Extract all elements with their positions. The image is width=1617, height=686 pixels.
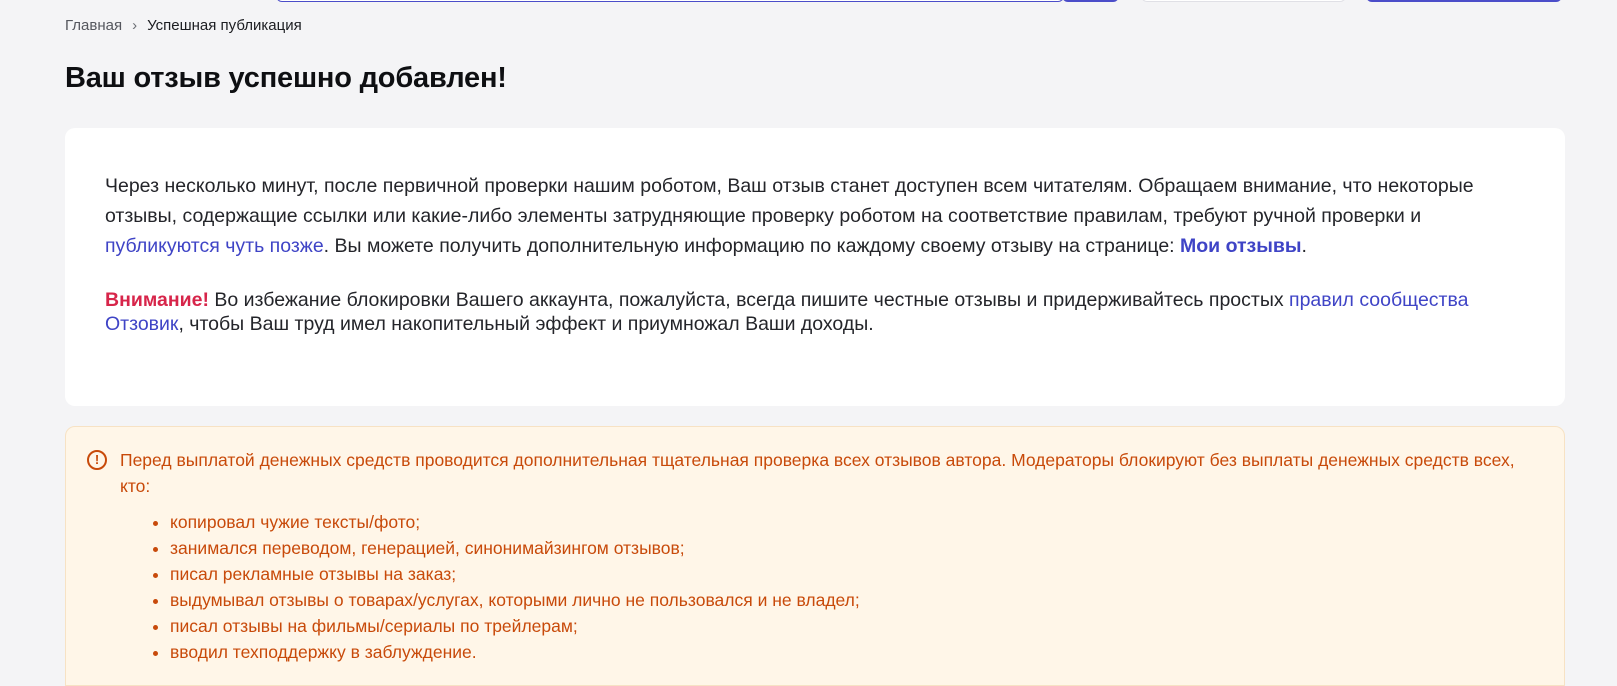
my-reviews-link[interactable]: Мои отзывы bbox=[1180, 235, 1302, 257]
violations-list: копировал чужие тексты/фото; занимался п… bbox=[120, 509, 1544, 665]
list-item: выдумывал отзывы о товарах/услугах, кото… bbox=[170, 587, 1544, 613]
header-select[interactable] bbox=[1141, 0, 1346, 2]
list-item: писал отзывы на фильмы/сериалы по трейле… bbox=[170, 613, 1544, 639]
exclamation-circle-icon: ! bbox=[87, 450, 107, 470]
search-input[interactable] bbox=[276, 0, 1064, 2]
page-title: Ваш отзыв успешно добавлен! bbox=[65, 62, 507, 94]
published-later-link[interactable]: публикуются чуть позже bbox=[105, 235, 324, 257]
header-action-button[interactable] bbox=[1366, 0, 1562, 2]
attention-label: Внимание! bbox=[105, 289, 209, 311]
list-item: вводил техподдержку в заблуждение. bbox=[170, 639, 1544, 665]
header-remnant bbox=[0, 0, 1617, 4]
list-item: писал рекламные отзывы на заказ; bbox=[170, 561, 1544, 587]
info-paragraph: Через несколько минут, после первичной п… bbox=[105, 171, 1525, 261]
breadcrumb-separator: › bbox=[132, 17, 138, 34]
info-text-end: . bbox=[1301, 235, 1307, 257]
breadcrumb-home-link[interactable]: Главная bbox=[65, 17, 122, 34]
attention-paragraph: Внимание! Во избежание блокировки Вашего… bbox=[105, 288, 1525, 336]
search-button[interactable] bbox=[1062, 0, 1119, 2]
warning-lead: Перед выплатой денежных средств проводит… bbox=[120, 450, 1515, 496]
list-item: занимался переводом, генерацией, синоним… bbox=[170, 535, 1544, 561]
breadcrumb: Главная › Успешная публикация bbox=[65, 17, 302, 34]
attention-text-1: Во избежание блокировки Вашего аккаунта,… bbox=[208, 289, 1290, 311]
info-text-2: . Вы можете получить дополнительную инфо… bbox=[323, 235, 1181, 257]
list-item: копировал чужие тексты/фото; bbox=[170, 509, 1544, 535]
attention-text-2: , чтобы Ваш труд имел накопительный эффе… bbox=[178, 313, 874, 335]
payout-warning-box: ! Перед выплатой денежных средств провод… bbox=[65, 426, 1565, 686]
info-text-1: Через несколько минут, после первичной п… bbox=[105, 175, 1474, 227]
breadcrumb-current: Успешная публикация bbox=[147, 17, 302, 34]
success-message-card: Через несколько минут, после первичной п… bbox=[65, 128, 1565, 406]
